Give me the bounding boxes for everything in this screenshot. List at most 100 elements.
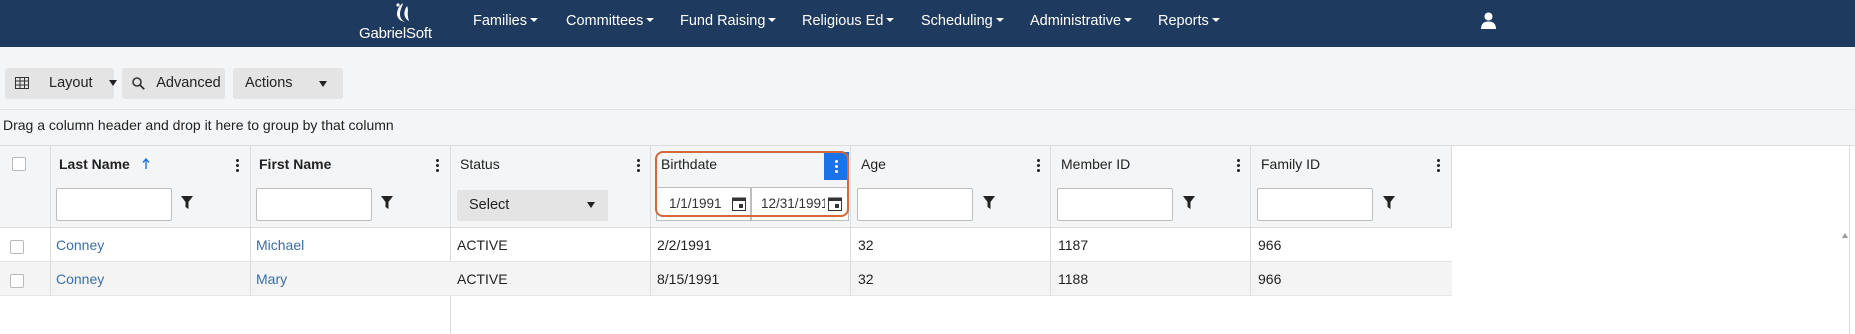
- logo-text: GabrielSoft: [359, 25, 432, 42]
- status-cell: ACTIVE: [457, 271, 508, 287]
- column-header-member-id[interactable]: Member ID: [1061, 146, 1130, 182]
- birthdate-cell: 8/15/1991: [657, 271, 720, 287]
- first-name-cell[interactable]: Michael: [256, 228, 304, 262]
- column-divider: [850, 262, 851, 296]
- layout-button[interactable]: Layout: [5, 68, 117, 99]
- chevron-down-icon: [886, 18, 895, 23]
- status-cell: ACTIVE: [457, 237, 508, 253]
- chevron-down-icon: [646, 18, 655, 23]
- advanced-search-button[interactable]: Advanced: [122, 68, 225, 99]
- member-id-filter-input[interactable]: [1057, 188, 1173, 221]
- column-menu-icon[interactable]: [236, 159, 240, 173]
- family-id-cell: 966: [1258, 271, 1282, 287]
- column-menu-icon[interactable]: [436, 159, 440, 173]
- nav-families-label: Families: [473, 13, 527, 29]
- header-row: [0, 146, 1452, 182]
- chevron-down-icon: [1211, 18, 1220, 23]
- sort-ascending-icon[interactable]: [142, 158, 150, 170]
- gabrielsoft-logo[interactable]: GabrielSoft: [355, 0, 445, 47]
- last-name-header-label: Last Name: [59, 156, 130, 172]
- birthdate-range-filter: 1/1/1991 12/31/1991: [656, 187, 849, 221]
- family-id-cell: 966: [1258, 237, 1282, 253]
- advanced-button-label: Advanced: [156, 75, 221, 91]
- filter-icon[interactable]: [381, 196, 393, 209]
- table-row[interactable]: Conney Mary ACTIVE 8/15/1991 32 1188 966: [0, 262, 1452, 296]
- calendar-icon[interactable]: [732, 196, 746, 211]
- search-icon: [132, 76, 145, 90]
- scroll-up-arrow-icon[interactable]: [1842, 233, 1848, 238]
- filter-icon[interactable]: [1383, 196, 1395, 209]
- nav-committees[interactable]: Committees: [566, 0, 655, 47]
- first-name-cell[interactable]: Mary: [256, 262, 287, 296]
- column-divider: [1250, 146, 1251, 228]
- age-filter-input[interactable]: [857, 188, 973, 221]
- column-divider: [650, 228, 651, 262]
- birthdate-from-value: 1/1/1991: [669, 196, 722, 211]
- grid-icon: [15, 77, 29, 90]
- calendar-icon[interactable]: [828, 196, 842, 211]
- layout-button-label: Layout: [49, 75, 93, 91]
- family-id-header-label: Family ID: [1261, 156, 1321, 172]
- column-header-last-name[interactable]: Last Name: [59, 146, 130, 182]
- status-select-value: Select: [469, 197, 510, 213]
- member-id-header-label: Member ID: [1061, 156, 1131, 172]
- logo-mark-icon: [396, 3, 409, 22]
- last-name-cell[interactable]: Conney: [56, 262, 104, 296]
- first-name-header-label: First Name: [259, 156, 332, 172]
- chevron-down-icon: [768, 18, 777, 23]
- status-header-label: Status: [460, 156, 500, 172]
- column-divider: [50, 146, 51, 228]
- column-header-first-name[interactable]: First Name: [259, 146, 331, 182]
- last-name-cell[interactable]: Conney: [56, 228, 104, 262]
- nav-religious-ed[interactable]: Religious Ed: [802, 0, 895, 47]
- column-menu-icon[interactable]: [1237, 159, 1241, 173]
- nav-reports[interactable]: Reports: [1158, 0, 1220, 47]
- status-filter-select[interactable]: Select: [457, 190, 608, 221]
- filter-icon[interactable]: [983, 196, 995, 209]
- column-divider: [1050, 228, 1051, 262]
- column-menu-icon[interactable]: [1437, 159, 1441, 173]
- row-checkbox[interactable]: [10, 240, 24, 254]
- birthdate-column-menu-button[interactable]: [824, 152, 849, 180]
- member-id-cell: 1187: [1058, 237, 1089, 253]
- column-divider: [1250, 262, 1251, 296]
- nav-religious-ed-label: Religious Ed: [802, 13, 884, 29]
- row-checkbox[interactable]: [10, 274, 24, 288]
- column-header-birthdate[interactable]: Birthdate: [661, 146, 717, 182]
- table-row[interactable]: Conney Michael ACTIVE 2/2/1991 32 1187 9…: [0, 228, 1452, 262]
- top-navigation-bar: GabrielSoft Families Committees Fund Rai…: [0, 0, 1855, 47]
- column-menu-icon[interactable]: [1037, 159, 1041, 173]
- column-divider: [650, 262, 651, 296]
- nav-administrative[interactable]: Administrative: [1030, 0, 1133, 47]
- age-header-label: Age: [861, 156, 886, 172]
- grid-right-edge: [1849, 146, 1850, 334]
- column-header-family-id[interactable]: Family ID: [1261, 146, 1320, 182]
- nav-fund-raising[interactable]: Fund Raising: [680, 0, 777, 47]
- chevron-down-icon: [1124, 18, 1133, 23]
- actions-button[interactable]: Actions: [233, 68, 343, 99]
- column-menu-icon[interactable]: [637, 159, 641, 173]
- user-icon[interactable]: [1480, 12, 1497, 29]
- filter-icon[interactable]: [1183, 196, 1195, 209]
- family-id-filter-input[interactable]: [1257, 188, 1373, 221]
- column-divider: [1050, 146, 1051, 228]
- column-divider: [1451, 146, 1452, 228]
- caret-down-icon: [587, 202, 595, 208]
- nav-scheduling[interactable]: Scheduling: [921, 0, 1004, 47]
- nav-reports-label: Reports: [1158, 13, 1209, 29]
- filter-icon[interactable]: [181, 196, 193, 209]
- chevron-down-icon: [529, 18, 538, 23]
- column-header-age[interactable]: Age: [861, 146, 886, 182]
- column-divider: [850, 228, 851, 262]
- last-name-filter-input[interactable]: [56, 188, 172, 221]
- first-name-filter-input[interactable]: [256, 188, 372, 221]
- column-divider: [250, 262, 251, 296]
- column-divider: [50, 262, 51, 296]
- actions-button-label: Actions: [245, 75, 293, 91]
- column-divider: [1250, 228, 1251, 262]
- group-by-drop-zone[interactable]: Drag a column header and drop it here to…: [0, 110, 1855, 146]
- select-all-checkbox[interactable]: [12, 157, 26, 171]
- column-divider: [250, 146, 251, 228]
- nav-families[interactable]: Families: [473, 0, 538, 47]
- column-header-status[interactable]: Status: [460, 146, 500, 182]
